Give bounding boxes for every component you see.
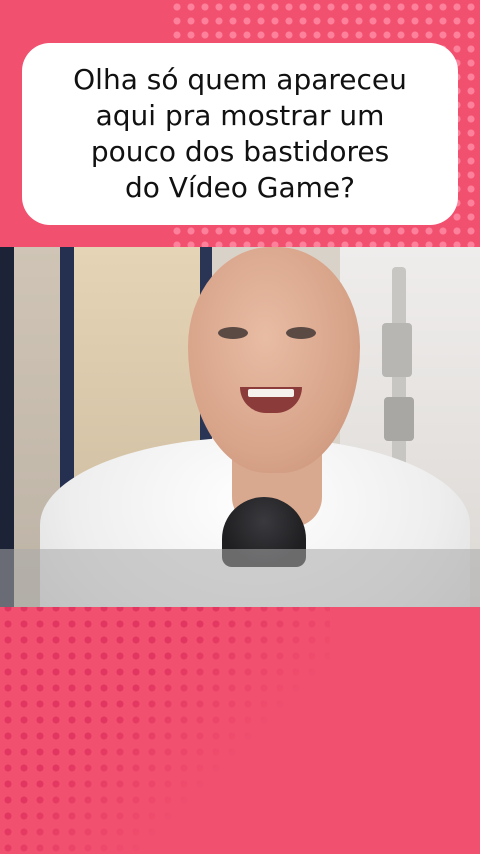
wall-fixture-box-lower <box>384 397 414 441</box>
decorative-dots-bottom <box>0 600 330 854</box>
caption-box: Olha só quem apareceu aqui pra mostrar u… <box>22 43 458 225</box>
person-eye-left <box>218 327 248 339</box>
video-frame[interactable] <box>0 247 480 607</box>
caption-text: Olha só quem apareceu aqui pra mostrar u… <box>73 63 407 204</box>
wall-fixture-box <box>382 323 412 377</box>
person-teeth <box>248 389 294 397</box>
video-lower-band <box>0 549 480 607</box>
person-head <box>188 247 360 473</box>
person-eye-right <box>286 327 316 339</box>
